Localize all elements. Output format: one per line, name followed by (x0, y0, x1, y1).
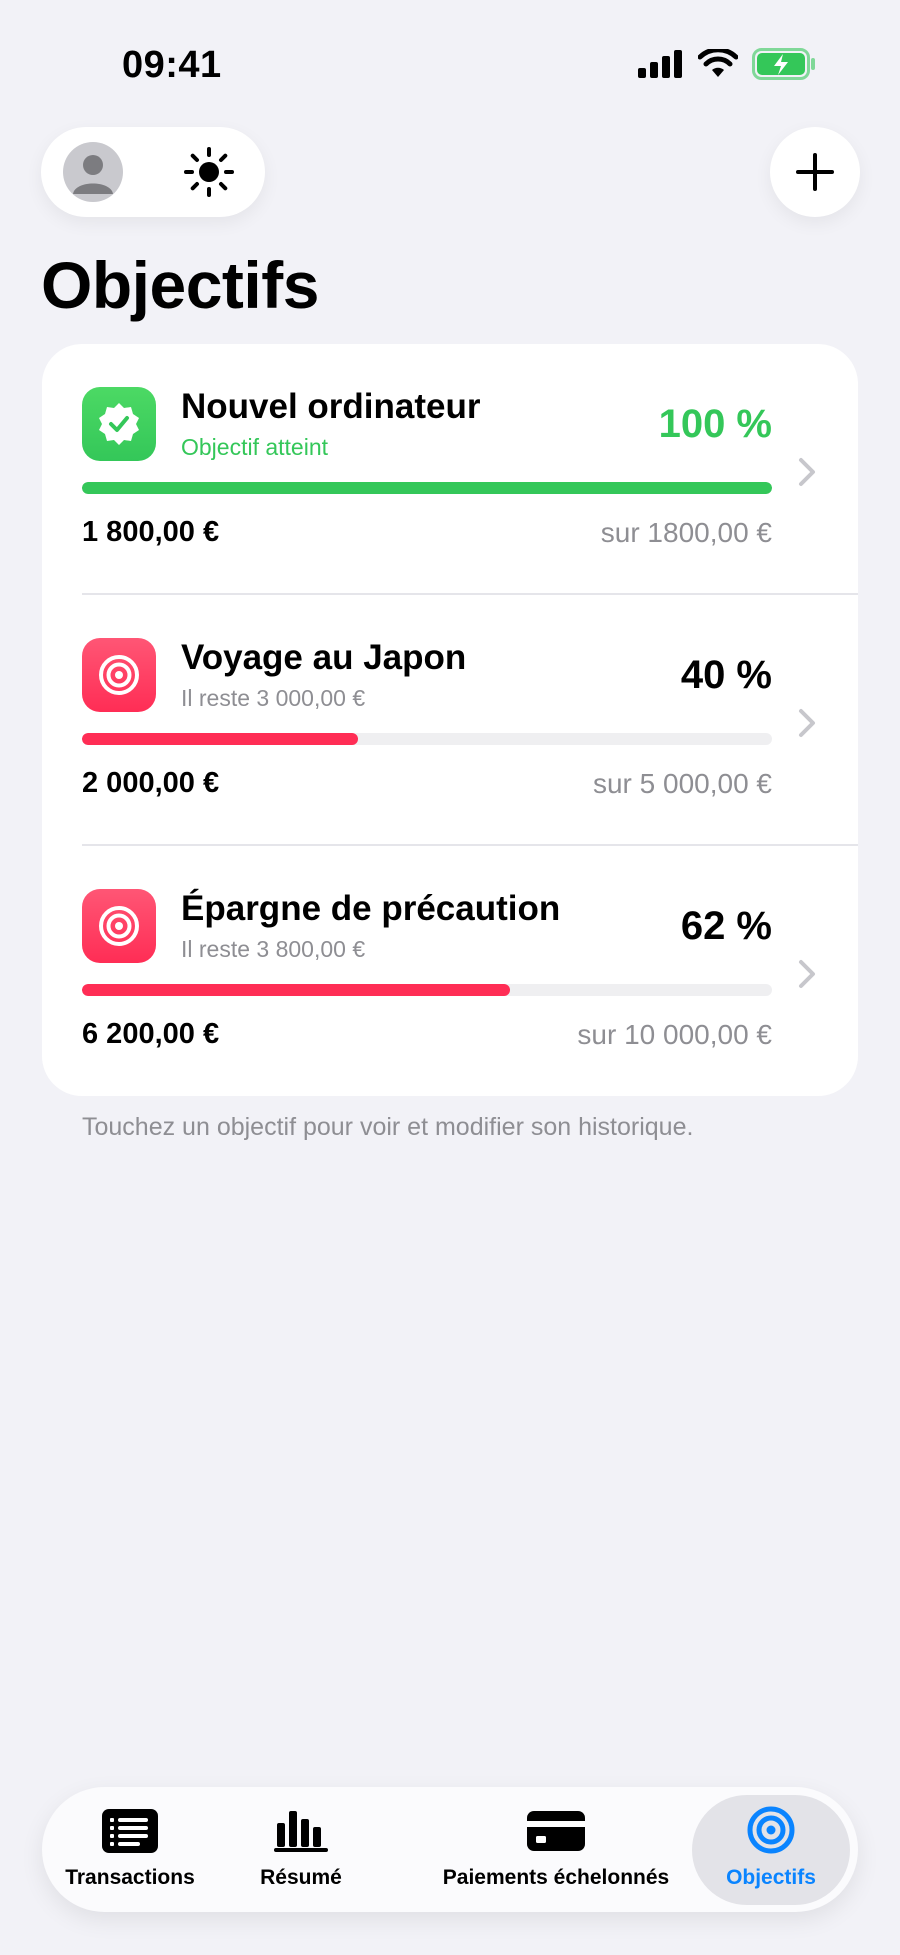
goal-subtitle: Il reste 3 000,00 € (181, 685, 366, 711)
goal-progress-bar (82, 984, 772, 996)
battery-charging-icon (752, 48, 815, 80)
goal-progress-bar (82, 733, 772, 745)
goal-subtitle: Il reste 3 800,00 € (181, 936, 366, 962)
sun-icon[interactable] (183, 146, 235, 198)
goal-target: sur 5 000,00 € (592, 768, 772, 799)
plus-icon (796, 153, 834, 191)
tab-paiements-echelonnes[interactable]: Paiements échelonnés (426, 1787, 686, 1912)
goal-amount: 2 000,00 € (82, 767, 220, 799)
person-icon (73, 155, 113, 194)
tab-bar: Transactions Résumé Paiements échelonnés… (42, 1787, 858, 1912)
add-goal-button[interactable] (770, 127, 860, 217)
chevron-right-icon (799, 458, 815, 486)
goal-icon (82, 387, 156, 461)
bar-chart-icon (274, 1811, 328, 1852)
goal-icon (82, 638, 156, 712)
cellular-signal-icon (638, 50, 682, 78)
status-time: 09:41 (122, 44, 222, 86)
tab-objectifs[interactable]: Objectifs (692, 1787, 850, 1912)
goal-progress-fill (82, 984, 510, 996)
top-controls-pill (41, 127, 265, 217)
goal-target: sur 10 000,00 € (577, 1019, 772, 1050)
chevron-right-icon (799, 960, 815, 988)
goal-percent: 100 % (658, 402, 772, 446)
goal-name: Épargne de précaution (181, 889, 561, 928)
goal-icon (82, 889, 156, 963)
status-bar: 09:41 (0, 0, 900, 120)
goals-card: Nouvel ordinateur Objectif atteint 100 %… (42, 344, 858, 1096)
tab-label: Paiements échelonnés (442, 1866, 670, 1889)
checkmark-seal-icon (99, 403, 139, 445)
wifi-icon (698, 49, 738, 77)
tab-transactions[interactable]: Transactions (60, 1787, 200, 1912)
goal-progress-fill (82, 733, 358, 745)
chevron-right-icon (799, 709, 815, 737)
tab-label: Résumé (260, 1866, 342, 1889)
goal-row[interactable]: Voyage au Japon Il reste 3 000,00 € 40 %… (42, 595, 858, 845)
tab-label: Objectifs (726, 1866, 816, 1889)
goal-row[interactable]: Nouvel ordinateur Objectif atteint 100 %… (42, 344, 858, 594)
avatar[interactable] (63, 142, 123, 202)
credit-card-icon (527, 1811, 585, 1851)
target-icon (99, 655, 139, 695)
goal-subtitle: Objectif atteint (181, 434, 329, 460)
goal-percent: 40 % (680, 653, 772, 697)
goal-amount: 6 200,00 € (82, 1018, 220, 1050)
hint-text: Touchez un objectif pour voir et modifie… (82, 1113, 694, 1141)
list-icon (102, 1809, 158, 1853)
goal-progress-bar (82, 482, 772, 494)
tab-label: Transactions (65, 1866, 195, 1889)
goal-amount: 1 800,00 € (82, 516, 220, 548)
goal-target: sur 1800,00 € (600, 517, 772, 548)
goal-progress-fill (82, 482, 772, 494)
status-icons (638, 48, 816, 80)
goal-name: Voyage au Japon (181, 638, 467, 677)
goal-percent: 62 % (680, 904, 772, 948)
target-icon (99, 906, 139, 946)
tab-resume[interactable]: Résumé (246, 1787, 356, 1912)
goal-name: Nouvel ordinateur (181, 387, 481, 426)
target-icon (747, 1806, 795, 1854)
page-title: Objectifs (41, 248, 319, 322)
goal-row[interactable]: Épargne de précaution Il reste 3 800,00 … (42, 846, 858, 1096)
